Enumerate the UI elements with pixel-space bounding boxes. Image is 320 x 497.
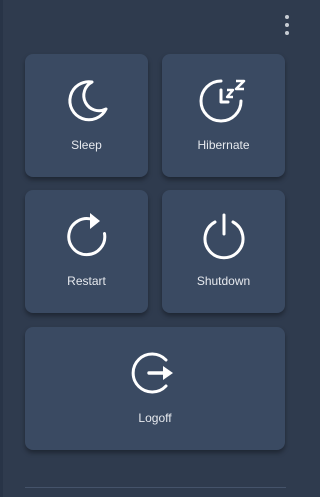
divider	[25, 487, 286, 488]
logoff-icon	[131, 352, 173, 394]
hibernate-clock-icon	[199, 79, 245, 123]
shutdown-label: Shutdown	[196, 274, 251, 288]
more-vert-icon-dot	[285, 23, 289, 27]
frame-edge	[0, 0, 3, 497]
more-options-button[interactable]	[278, 12, 296, 38]
shutdown-button[interactable]: Shutdown	[162, 190, 285, 313]
hibernate-button[interactable]: Hibernate	[162, 54, 285, 177]
sleep-label: Sleep	[71, 138, 102, 152]
power-menu-screen: Sleep Hibernate Restart Shutdown Logoff	[0, 0, 311, 497]
moon-icon	[67, 80, 107, 122]
sleep-button[interactable]: Sleep	[25, 54, 148, 177]
logoff-label: Logoff	[138, 411, 172, 425]
power-icon	[203, 213, 244, 260]
restart-button[interactable]: Restart	[25, 190, 148, 313]
restart-icon	[66, 213, 106, 257]
logoff-button[interactable]: Logoff	[25, 327, 285, 450]
more-vert-icon-dot	[285, 31, 289, 35]
hibernate-label: Hibernate	[197, 138, 250, 152]
restart-label: Restart	[67, 274, 106, 288]
more-vert-icon	[285, 15, 289, 19]
